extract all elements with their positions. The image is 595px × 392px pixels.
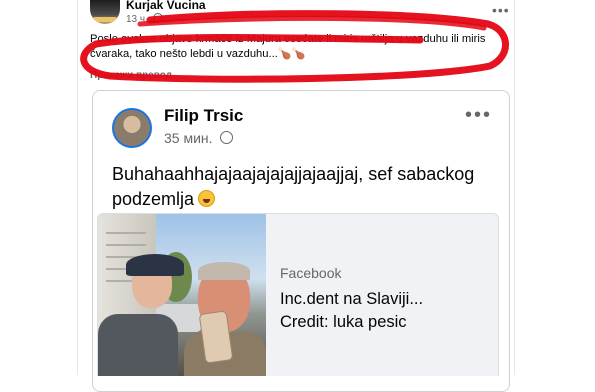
link-preview-credit: Credit: luka pesic <box>280 313 407 331</box>
shared-post-time[interactable]: 35 мин. <box>164 130 213 146</box>
shared-author-avatar[interactable] <box>112 108 152 148</box>
outer-post-more-button[interactable]: ••• <box>492 2 510 18</box>
outer-post-time[interactable]: 13 ч. <box>126 14 148 25</box>
person-right-hair <box>198 262 250 280</box>
outer-post-text: Posle ovakve objave krmače iz Majura ose… <box>90 33 486 60</box>
shared-post-text: Buhahaahhajajaajajajajjajaajjaj, sef sab… <box>112 162 502 212</box>
see-translation-link[interactable]: Прикажи превод <box>90 70 172 81</box>
globe-icon <box>220 131 234 144</box>
shared-author-name[interactable]: Filip Trsic <box>164 106 243 126</box>
facebook-page: Kurjak Vucina 13 ч. ••• Posle ovakve obj… <box>0 0 595 392</box>
laughing-emoji-icon <box>198 190 216 207</box>
person-left-cap <box>126 254 184 276</box>
outer-author-avatar[interactable] <box>90 0 120 24</box>
link-preview-source: Facebook <box>280 265 342 281</box>
globe-icon <box>152 13 163 23</box>
shared-post-more-button[interactable]: ••• <box>465 104 492 127</box>
outer-post-meta: 13 ч. <box>126 13 163 25</box>
shared-post-meta: 35 мин. <box>164 130 234 146</box>
link-preview-title[interactable]: Inc.dent na Slaviji... <box>280 288 423 310</box>
link-preview-image[interactable] <box>98 214 266 376</box>
outer-author-name[interactable]: Kurjak Vucina <box>126 0 206 12</box>
shared-post-text-content: Buhahaahhajajaajajajajjajaajjaj, sef sab… <box>112 164 475 209</box>
avatar-badge <box>93 17 117 22</box>
person-left-body <box>98 314 178 376</box>
